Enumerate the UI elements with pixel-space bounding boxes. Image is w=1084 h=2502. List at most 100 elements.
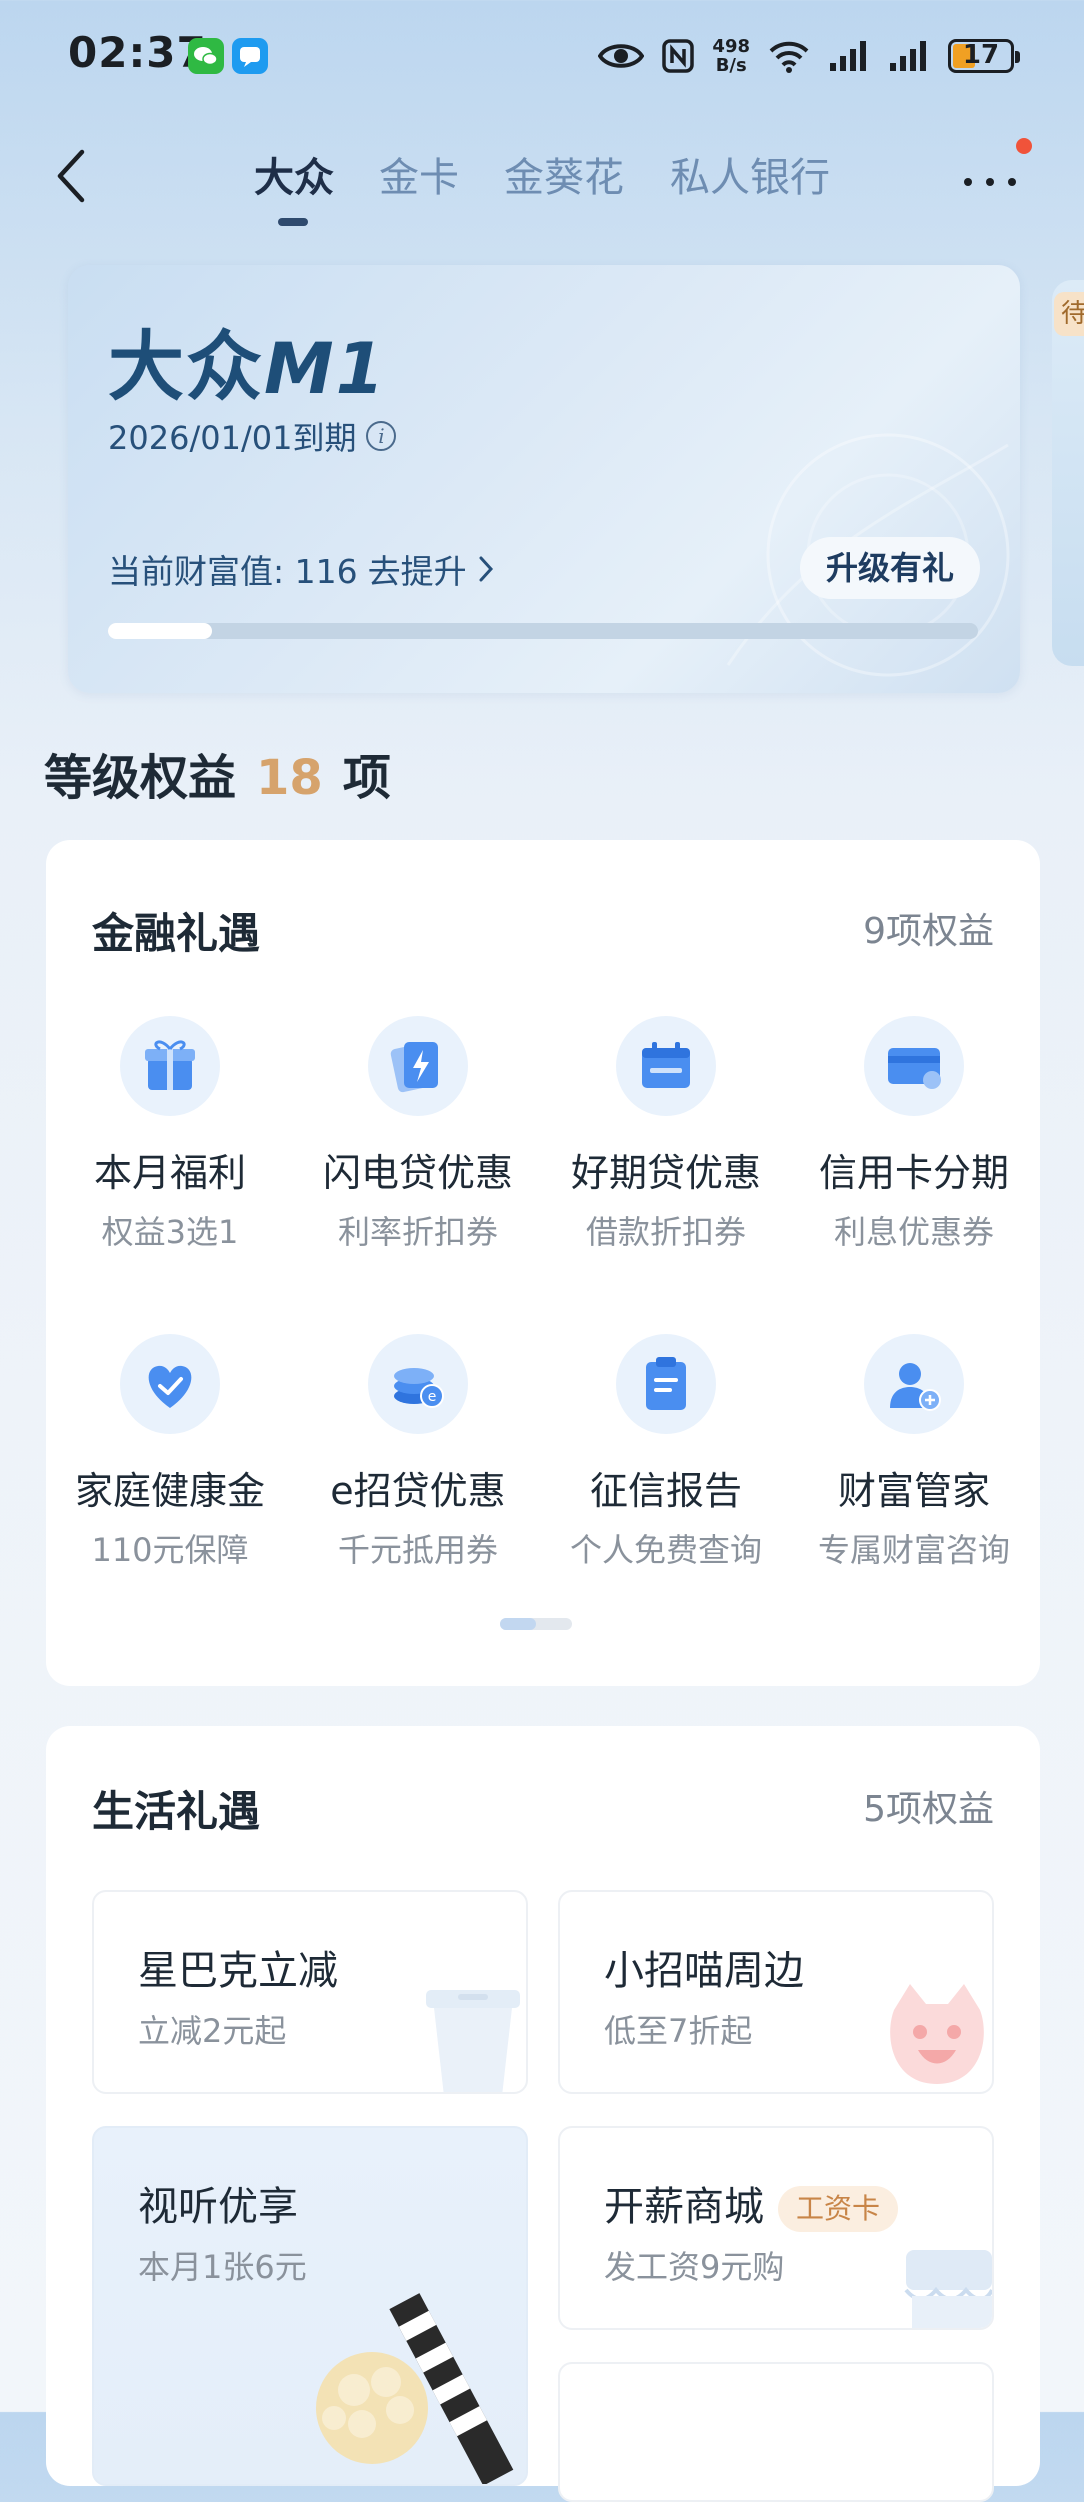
- benefit-ezhaodai[interactable]: e e招贷优惠 千元抵用券: [294, 1334, 542, 1571]
- coins-icon: e: [368, 1334, 468, 1434]
- life-count[interactable]: 5项权益: [863, 1780, 994, 1832]
- benefit-sub: 借款折扣券: [585, 1213, 746, 1251]
- expire-row: 2026/01/01到期 i: [108, 413, 397, 459]
- page-indicator-active: [500, 1618, 536, 1630]
- wealth-value: 当前财富值: 116: [108, 552, 358, 591]
- life-item-sub: 低至7折起: [604, 2012, 753, 2050]
- salary-card-badge: 工资卡: [778, 2186, 899, 2232]
- upgrade-gift-button[interactable]: 升级有礼: [799, 537, 980, 599]
- cat-icon: [890, 1984, 984, 2084]
- benefit-flash-loan[interactable]: 闪电贷优惠 利率折扣券: [294, 1016, 542, 1253]
- finance-count[interactable]: 9项权益: [863, 902, 994, 954]
- benefit-title: 财富管家: [837, 1469, 990, 1513]
- signal-icon: [830, 41, 866, 71]
- net-speed-unit: B/s: [715, 55, 747, 76]
- level-title: 大众M1: [108, 305, 386, 415]
- next-level-card[interactable]: [1052, 280, 1084, 666]
- benefit-title: 征信报告: [589, 1469, 742, 1513]
- gift-icon: [120, 1016, 220, 1116]
- benefit-monthly-welfare[interactable]: 本月福利 权益3选1: [46, 1016, 294, 1253]
- level-code: M1: [264, 328, 387, 410]
- life-card: 生活礼遇 5项权益 星巴克立减 立减2元起 小招喵周边 低至7折起 视听优享 本…: [46, 1726, 1040, 2502]
- benefit-title: e招贷优惠: [330, 1469, 506, 1513]
- life-item-title: 视听优享: [138, 2184, 298, 2230]
- life-item-title: 星巴克立减: [138, 1948, 338, 1994]
- heart-check-icon: [120, 1334, 220, 1434]
- net-speed-value: 498: [712, 36, 750, 57]
- life-kaixin-mall[interactable]: 开薪商城 工资卡 发工资9元购: [558, 2126, 994, 2330]
- benefit-title: 信用卡分期: [818, 1151, 1009, 1195]
- benefits-count: 18: [256, 750, 323, 806]
- info-icon[interactable]: i: [366, 421, 397, 451]
- tab-dazhong[interactable]: 大众: [254, 145, 334, 203]
- wifi-icon: [769, 41, 809, 73]
- benefit-haoqidai[interactable]: 好期贷优惠 借款折扣券: [542, 1016, 790, 1253]
- life-item-title-text: 开薪商城: [604, 2184, 764, 2230]
- level-tabs: 大众 金卡 金葵花 私人银行: [0, 145, 1084, 215]
- benefits-label: 等级权益: [44, 750, 237, 806]
- benefit-title: 好期贷优惠: [570, 1151, 761, 1195]
- advisor-icon: [864, 1334, 964, 1434]
- benefit-wealth-advisor[interactable]: 财富管家 专属财富咨询: [790, 1334, 1038, 1571]
- lightning-card-icon: [368, 1016, 468, 1116]
- eye-icon: [598, 44, 645, 68]
- benefit-sub: 千元抵用券: [337, 1531, 498, 1569]
- notification-dot: [1016, 138, 1032, 154]
- wealth-action: 去提升: [367, 552, 467, 591]
- benefit-credit-installment[interactable]: 信用卡分期 利息优惠券: [790, 1016, 1038, 1253]
- benefit-sub: 个人免费查询: [569, 1531, 762, 1569]
- benefit-title: 本月福利: [93, 1151, 246, 1195]
- benefit-sub: 110元保障: [91, 1531, 249, 1569]
- chevron-right-icon: [479, 556, 493, 582]
- more-button[interactable]: [962, 138, 1032, 208]
- svg-text:e: e: [428, 1389, 437, 1405]
- life-more-item[interactable]: [558, 2362, 994, 2502]
- battery-icon: 17: [948, 39, 1020, 73]
- status-time: 02:37: [68, 28, 207, 77]
- benefit-title: 闪电贷优惠: [322, 1151, 513, 1195]
- benefit-sub: 专属财富咨询: [817, 1531, 1010, 1569]
- life-item-sub: 本月1张6元: [138, 2248, 307, 2286]
- popcorn-icon: [316, 2293, 514, 2484]
- benefits-unit: 项: [342, 750, 391, 806]
- life-starbucks[interactable]: 星巴克立减 立减2元起: [92, 1890, 528, 2094]
- page-indicator: [500, 1618, 572, 1630]
- life-item-title: 开薪商城 工资卡: [604, 2174, 899, 2232]
- next-level-tag: 待: [1054, 292, 1084, 336]
- finance-title: 金融礼遇: [92, 909, 261, 958]
- shop-icon: [904, 2250, 992, 2328]
- benefit-sub: 权益3选1: [101, 1213, 239, 1251]
- level-name: 大众: [108, 322, 264, 411]
- life-item-sub: 立减2元起: [138, 2012, 287, 2050]
- wealth-progress: [108, 623, 978, 639]
- card-decoration: [726, 433, 1010, 677]
- life-item-title: 小招喵周边: [604, 1948, 804, 1994]
- signal-icon: [890, 41, 926, 71]
- benefit-sub: 利率折扣券: [337, 1213, 498, 1251]
- wealth-progress-fill: [108, 623, 213, 639]
- status-icons: 498 B/s 17: [598, 30, 1020, 82]
- wechat-icon: [188, 38, 224, 74]
- tab-private-bank[interactable]: 私人银行: [670, 145, 830, 203]
- benefits-title: 等级权益 18 项: [44, 738, 391, 808]
- wealth-link[interactable]: 当前财富值: 116 去提升: [108, 545, 495, 593]
- nfc-icon: [662, 39, 695, 73]
- life-audiovisual[interactable]: 视听优享 本月1张6元: [92, 2126, 528, 2486]
- credit-card-icon: [864, 1016, 964, 1116]
- message-icon: [232, 38, 268, 74]
- benefit-family-health[interactable]: 家庭健康金 110元保障: [46, 1334, 294, 1571]
- net-speed: 498 B/s: [712, 37, 750, 75]
- finance-card: 金融礼遇 9项权益 本月福利 权益3选1 闪电贷优惠 利率折扣券 好期贷优惠 借…: [46, 840, 1040, 1686]
- coffee-cup-icon: [426, 1990, 520, 2092]
- benefit-credit-report[interactable]: 征信报告 个人免费查询: [542, 1334, 790, 1571]
- life-item-sub: 发工资9元购: [604, 2248, 785, 2286]
- benefit-sub: 利息优惠券: [833, 1213, 994, 1251]
- benefit-title: 家庭健康金: [74, 1469, 265, 1513]
- life-xiaozhaomiao[interactable]: 小招喵周边 低至7折起: [558, 1890, 994, 2094]
- life-title: 生活礼遇: [92, 1787, 261, 1836]
- calendar-icon: [616, 1016, 716, 1116]
- clipboard-icon: [616, 1334, 716, 1434]
- tab-jinkuihua[interactable]: 金葵花: [504, 145, 624, 203]
- battery-level: 17: [962, 40, 1000, 70]
- tab-jinka[interactable]: 金卡: [379, 145, 459, 203]
